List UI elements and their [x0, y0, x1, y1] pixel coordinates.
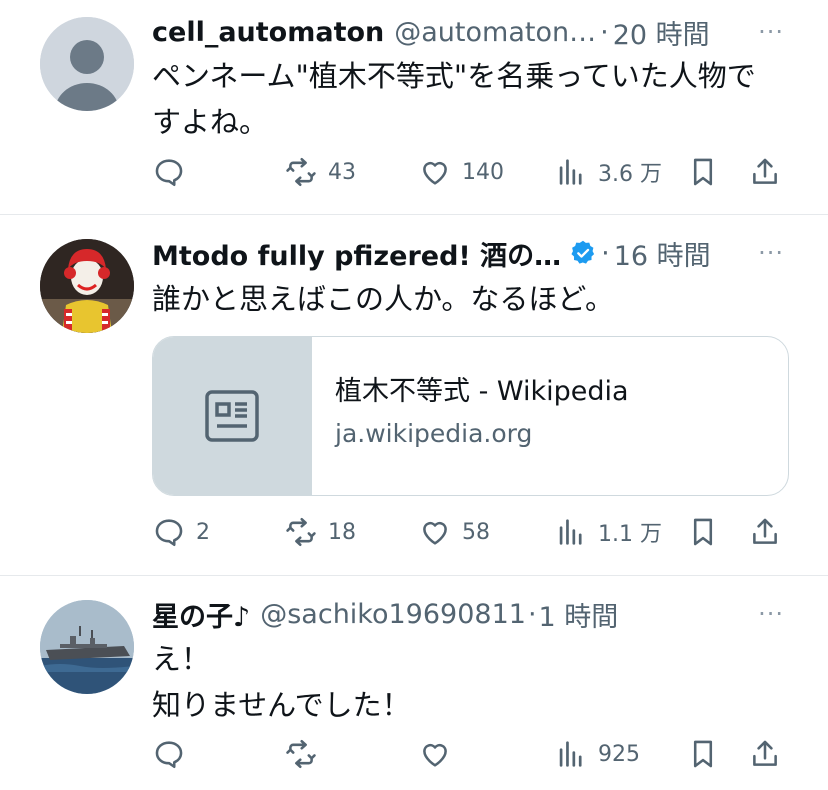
like-button[interactable]: 140 — [418, 152, 504, 192]
like-count: 58 — [462, 519, 490, 545]
card-thumbnail — [153, 337, 312, 495]
action-bar: 2 18 58 1.1 万 — [152, 512, 788, 552]
display-name[interactable]: Mtodo fully pfizered! 酒の… — [152, 234, 561, 273]
views-count: 925 — [598, 741, 640, 767]
clown-avatar-icon — [40, 239, 134, 333]
like-button[interactable]: 58 — [418, 512, 490, 552]
more-icon[interactable]: ··· — [758, 600, 784, 628]
share-button[interactable] — [748, 734, 782, 774]
reply-icon — [155, 519, 183, 547]
action-bar: 43 140 3.6 万 — [152, 152, 788, 192]
views-icon — [559, 741, 582, 767]
share-button[interactable] — [748, 152, 782, 192]
tweet[interactable]: Mtodo fully pfizered! 酒の… · 16 時間 ··· 誰か… — [0, 215, 828, 576]
like-icon — [423, 743, 447, 767]
bookmark-button[interactable] — [686, 152, 720, 192]
views-icon — [559, 519, 582, 545]
tweet-text-line: 知りませんでした！ — [152, 688, 411, 722]
retweet-icon — [286, 517, 316, 547]
default-avatar-icon — [40, 17, 134, 111]
separator-dot: · — [527, 598, 537, 630]
display-name[interactable]: 星の子♪ — [152, 595, 250, 634]
link-card[interactable]: 植木不等式 - Wikipedia ja.wikipedia.org — [152, 336, 789, 496]
tweet-text: ペンネーム"植木不等式"を名乗っていた人物で すよね。 — [152, 53, 788, 145]
retweet-button[interactable]: 43 — [284, 152, 356, 192]
action-bar: 925 — [152, 734, 788, 774]
display-name[interactable]: cell_automaton — [152, 17, 384, 48]
separator-dot: · — [601, 237, 610, 269]
like-count: 140 — [462, 159, 504, 185]
retweet-button[interactable]: 18 — [284, 512, 356, 552]
reply-button[interactable] — [152, 734, 196, 774]
tweet-text-line: 誰かと思えばこの人か。なるほど。 — [152, 282, 614, 316]
card-title: 植木不等式 - Wikipedia — [335, 376, 629, 407]
retweet-icon — [286, 739, 316, 769]
reply-button[interactable]: 2 — [152, 512, 210, 552]
verified-icon — [571, 240, 595, 264]
timestamp[interactable]: 1 時間 — [539, 595, 619, 634]
more-icon[interactable]: ··· — [758, 239, 784, 267]
like-icon — [423, 161, 447, 185]
bookmark-icon — [693, 518, 713, 546]
user-handle[interactable]: @automaton… — [394, 17, 596, 48]
tweet-text: え！ 知りませんでした！ — [152, 636, 788, 728]
card-domain: ja.wikipedia.org — [335, 419, 533, 448]
views-button[interactable]: 925 — [554, 734, 640, 774]
tweet[interactable]: cell_automaton @automaton… · 20 時間 ··· ペ… — [0, 0, 828, 215]
views-count: 1.1 万 — [598, 522, 662, 547]
tweet-text-line: ペンネーム"植木不等式"を名乗っていた人物で — [152, 59, 756, 93]
avatar[interactable] — [40, 239, 134, 333]
tweet-text-line: すよね。 — [152, 105, 269, 139]
tweet[interactable]: 星の子♪ @sachiko19690811 · 1 時間 ··· え！ 知りませ… — [0, 576, 828, 790]
tweet-text-line: え！ — [152, 642, 211, 676]
share-button[interactable] — [748, 512, 782, 552]
retweet-count: 18 — [328, 519, 356, 545]
share-icon — [753, 158, 777, 184]
article-icon — [205, 390, 259, 442]
more-icon[interactable]: ··· — [758, 18, 784, 46]
reply-icon — [155, 741, 183, 769]
tweet-text: 誰かと思えばこの人か。なるほど。 — [152, 276, 788, 322]
like-icon — [423, 521, 447, 545]
ship-avatar-icon — [40, 600, 134, 694]
like-button[interactable] — [418, 734, 462, 774]
share-icon — [753, 518, 777, 544]
reply-button[interactable] — [152, 152, 196, 192]
avatar[interactable] — [40, 17, 134, 111]
views-icon — [559, 159, 582, 185]
avatar[interactable] — [40, 600, 134, 694]
views-count: 3.6 万 — [598, 162, 662, 187]
separator-dot: · — [600, 16, 609, 48]
share-icon — [753, 740, 777, 766]
bookmark-icon — [693, 158, 713, 186]
bookmark-button[interactable] — [686, 734, 720, 774]
retweet-button[interactable] — [284, 734, 328, 774]
retweet-count: 43 — [328, 159, 356, 185]
views-button[interactable]: 3.6 万 — [554, 152, 662, 192]
timestamp[interactable]: 16 時間 — [614, 234, 711, 273]
user-handle[interactable]: @sachiko19690811 — [260, 599, 526, 630]
reply-icon — [155, 159, 183, 187]
views-button[interactable]: 1.1 万 — [554, 512, 662, 552]
retweet-icon — [286, 157, 316, 187]
timestamp[interactable]: 20 時間 — [613, 13, 710, 52]
bookmark-button[interactable] — [686, 512, 720, 552]
bookmark-icon — [693, 740, 713, 768]
reply-count: 2 — [196, 519, 210, 545]
